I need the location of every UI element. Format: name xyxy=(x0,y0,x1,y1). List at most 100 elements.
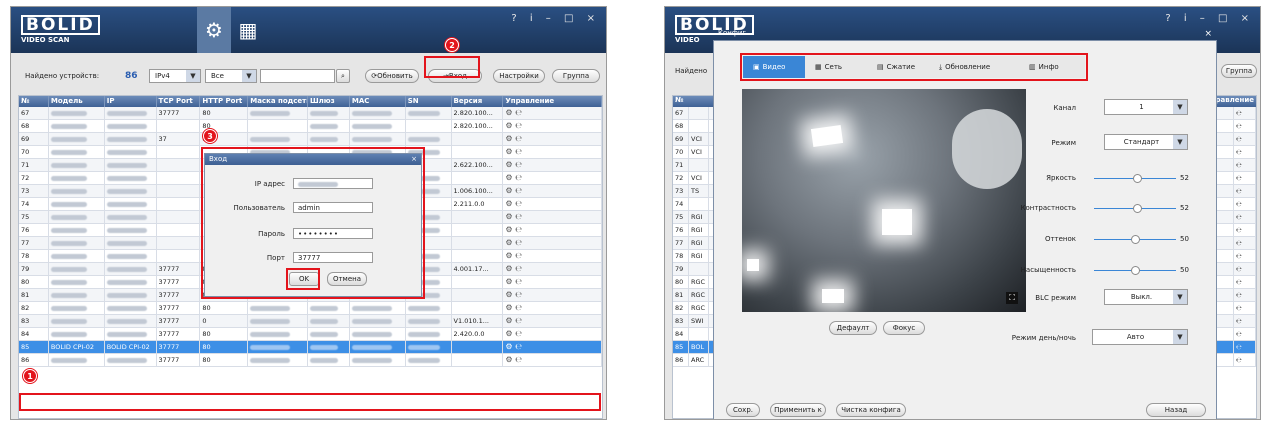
column-header[interactable]: IP xyxy=(105,96,157,107)
contrast-slider-handle[interactable] xyxy=(1132,204,1142,213)
web-icon[interactable]: ℮ xyxy=(515,355,522,364)
settings-button[interactable]: Настройки xyxy=(493,69,545,83)
table-row[interactable]: 86 37777 80 ⚙ ℮ xyxy=(19,354,602,367)
hue-slider-handle[interactable] xyxy=(1131,235,1140,244)
web-icon[interactable]: ℮ xyxy=(1234,289,1256,301)
web-icon[interactable]: ℮ xyxy=(515,212,522,221)
web-icon[interactable]: ℮ xyxy=(1234,146,1256,158)
calendar-clock-icon[interactable]: ▦ xyxy=(231,7,265,53)
web-icon[interactable]: ℮ xyxy=(515,264,522,273)
web-icon[interactable]: ℮ xyxy=(1234,302,1256,314)
back-button[interactable]: Назад xyxy=(1146,403,1206,417)
web-icon[interactable]: ℮ xyxy=(1234,224,1256,236)
column-header[interactable]: Версия xyxy=(452,96,504,107)
gear-icon[interactable]: ⚙ xyxy=(505,108,515,117)
gear-icon[interactable]: ⚙ xyxy=(505,212,515,221)
web-icon[interactable]: ℮ xyxy=(1234,237,1256,249)
web-icon[interactable]: ℮ xyxy=(515,290,522,299)
ip-version-select[interactable]: IPv4 ▼ xyxy=(149,69,201,83)
web-icon[interactable]: ℮ xyxy=(515,303,522,312)
saturation-slider-handle[interactable] xyxy=(1131,266,1140,275)
channel-select[interactable]: 1 ▼ xyxy=(1104,99,1188,115)
mode-select[interactable]: Стандарт ▼ xyxy=(1104,134,1188,150)
group-button[interactable]: Группа xyxy=(1221,64,1257,78)
device-search-gear-icon[interactable]: ⚙ xyxy=(197,7,231,53)
gear-icon[interactable]: ⚙ xyxy=(505,342,515,351)
gear-icon[interactable]: ⚙ xyxy=(505,160,515,169)
web-icon[interactable]: ℮ xyxy=(1234,185,1256,197)
column-header[interactable]: Шлюз xyxy=(308,96,350,107)
gear-icon[interactable]: ⚙ xyxy=(505,121,515,130)
column-header[interactable]: Управление xyxy=(503,96,602,107)
contrast-slider[interactable] xyxy=(1094,204,1176,213)
clear-config-button[interactable]: Чистка конфига xyxy=(836,403,906,417)
web-icon[interactable]: ℮ xyxy=(515,160,522,169)
search-input[interactable] xyxy=(260,69,335,83)
web-icon[interactable]: ℮ xyxy=(1234,315,1256,327)
web-icon[interactable]: ℮ xyxy=(515,173,522,182)
gear-icon[interactable]: ⚙ xyxy=(505,147,515,156)
brightness-slider-handle[interactable] xyxy=(1132,174,1142,183)
blc-select[interactable]: Выкл. ▼ xyxy=(1104,289,1188,305)
refresh-button[interactable]: ⟳ Обновить xyxy=(365,69,419,83)
save-button[interactable]: Сохр. xyxy=(726,403,760,417)
web-icon[interactable]: ℮ xyxy=(515,251,522,260)
gear-icon[interactable]: ⚙ xyxy=(505,251,515,260)
table-row[interactable]: 68 80 2.820.100... ⚙ ℮ xyxy=(19,120,602,133)
gear-icon[interactable]: ⚙ xyxy=(505,134,515,143)
web-icon[interactable]: ℮ xyxy=(515,134,522,143)
web-icon[interactable]: ℮ xyxy=(515,147,522,156)
web-icon[interactable]: ℮ xyxy=(1234,198,1256,210)
web-icon[interactable]: ℮ xyxy=(1234,263,1256,275)
web-icon[interactable]: ℮ xyxy=(1234,120,1256,132)
gear-icon[interactable]: ⚙ xyxy=(505,173,515,182)
column-header[interactable]: SN xyxy=(406,96,452,107)
web-icon[interactable]: ℮ xyxy=(515,199,522,208)
brightness-slider[interactable] xyxy=(1094,174,1176,183)
gear-icon[interactable]: ⚙ xyxy=(505,186,515,195)
gear-icon[interactable]: ⚙ xyxy=(505,316,515,325)
table-row[interactable]: 84 37777 80 2.420.0.0 ⚙ ℮ xyxy=(19,328,602,341)
web-icon[interactable]: ℮ xyxy=(1234,341,1256,353)
search-icon[interactable]: ⌕ xyxy=(336,69,350,83)
web-icon[interactable]: ℮ xyxy=(515,225,522,234)
web-icon[interactable]: ℮ xyxy=(1234,354,1256,366)
web-icon[interactable]: ℮ xyxy=(1234,250,1256,262)
web-icon[interactable]: ℮ xyxy=(515,108,522,117)
web-icon[interactable]: ℮ xyxy=(1234,159,1256,171)
web-icon[interactable]: ℮ xyxy=(515,238,522,247)
web-icon[interactable]: ℮ xyxy=(1234,172,1256,184)
column-header[interactable]: TCP Port xyxy=(157,96,201,107)
gear-icon[interactable]: ⚙ xyxy=(505,225,515,234)
web-icon[interactable]: ℮ xyxy=(515,186,522,195)
saturation-slider[interactable] xyxy=(1094,266,1176,275)
focus-button[interactable]: Фокус xyxy=(883,321,925,335)
web-icon[interactable]: ℮ xyxy=(515,121,522,130)
default-button[interactable]: Дефаулт xyxy=(829,321,877,335)
table-row[interactable]: 67 37777 80 2.820.100... ⚙ ℮ xyxy=(19,107,602,120)
window-controls[interactable]: ? i – □ × xyxy=(511,13,600,24)
column-header[interactable]: HTTP Port xyxy=(200,96,249,107)
web-icon[interactable]: ℮ xyxy=(515,277,522,286)
gear-icon[interactable]: ⚙ xyxy=(505,277,515,286)
gear-icon[interactable]: ⚙ xyxy=(505,329,515,338)
table-row[interactable]: 693780⚙ ℮ xyxy=(19,133,602,146)
web-icon[interactable]: ℮ xyxy=(515,342,522,351)
gear-icon[interactable]: ⚙ xyxy=(505,303,515,312)
column-header[interactable]: MAC xyxy=(350,96,406,107)
group-button[interactable]: Группа xyxy=(552,69,600,83)
web-icon[interactable]: ℮ xyxy=(515,316,522,325)
table-row[interactable]: 85 BOLID CPI-02 BOLID CPI-02 37777 80 ⚙ ℮ xyxy=(19,341,602,354)
gear-icon[interactable]: ⚙ xyxy=(505,355,515,364)
gear-icon[interactable]: ⚙ xyxy=(505,199,515,208)
table-row[interactable]: 82 37777 80 ⚙ ℮ xyxy=(19,302,602,315)
daynight-select[interactable]: Авто ▼ xyxy=(1092,329,1188,345)
column-header[interactable]: Модель xyxy=(49,96,105,107)
web-icon[interactable]: ℮ xyxy=(1234,107,1256,119)
close-icon[interactable]: × xyxy=(1204,29,1212,39)
filter-select[interactable]: Все ▼ xyxy=(205,69,257,83)
apply-to-button[interactable]: Применить к xyxy=(770,403,826,417)
web-icon[interactable]: ℮ xyxy=(515,329,522,338)
table-row[interactable]: 83 37777 0 V1.010.1... ⚙ ℮ xyxy=(19,315,602,328)
web-icon[interactable]: ℮ xyxy=(1234,133,1256,145)
